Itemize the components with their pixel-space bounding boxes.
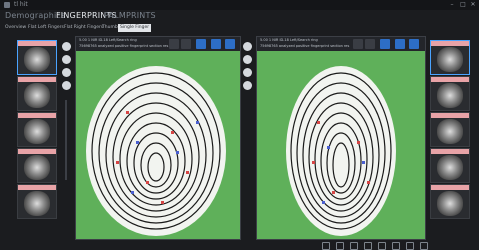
close-button[interactable]: ✕ [469, 1, 477, 8]
tab-single-finger[interactable]: Single Finger [118, 24, 152, 32]
target-icon[interactable] [380, 39, 390, 49]
zoom-icon[interactable] [62, 42, 71, 51]
crosshair-icon[interactable] [169, 39, 179, 49]
grid-icon[interactable] [350, 242, 358, 250]
tab-flat-left[interactable]: Flat Left Fingers [26, 24, 66, 32]
right-thumbnail-list [430, 38, 470, 238]
right-fingerprint-image [286, 66, 396, 236]
left-fingerprint-canvas[interactable] [76, 51, 240, 239]
grid-icon[interactable] [409, 39, 419, 49]
thumbnail-item[interactable] [430, 112, 470, 147]
pointer-icon[interactable] [336, 242, 344, 250]
thumbnail-item[interactable] [430, 40, 470, 75]
left-fingerprint-image [86, 66, 226, 236]
contrast-icon[interactable] [62, 55, 71, 64]
circle-icon[interactable] [62, 68, 71, 77]
left-panel-info-line1: 5.00 1 NIR ID-18 Left/Search ring [79, 38, 137, 42]
right-panel-info-line1: 5.00 1 NIR ID-18 Left/Search ring [260, 38, 318, 42]
gear-icon[interactable] [392, 242, 400, 250]
target-icon[interactable] [196, 39, 206, 49]
right-panel-toolbar: 5.00 1 NIR ID-18 Left/Search ring 756987… [257, 37, 425, 51]
tab-flat-right[interactable]: Flat Right Fingers [62, 24, 105, 32]
settings-icon[interactable] [243, 81, 252, 90]
arrow-icon[interactable] [322, 242, 330, 250]
slider-track[interactable] [65, 100, 67, 180]
nav-palmprints[interactable]: PALMPRINTS [104, 11, 156, 20]
crosshair-icon[interactable] [353, 39, 363, 49]
tab-overview[interactable]: Overview [3, 24, 28, 32]
sub-tabs: Overview Flat Left Fingers Flat Right Fi… [0, 23, 479, 33]
right-panel-info-line2: 75698765 analyzed positive fingerprint s… [260, 44, 350, 48]
export-icon[interactable] [420, 242, 428, 250]
image-icon[interactable] [406, 242, 414, 250]
plus-icon[interactable] [211, 39, 221, 49]
maximize-button[interactable]: □ [459, 1, 467, 8]
edit-icon[interactable] [364, 242, 372, 250]
left-panel-toolbar: 5.00 1 NIR ID-18 Left/Search ring 756987… [76, 37, 240, 51]
plus-icon[interactable] [395, 39, 405, 49]
thumbnail-item[interactable] [17, 76, 57, 111]
left-fingerprint-panel: 5.00 1 NIR ID-18 Left/Search ring 756987… [75, 36, 241, 240]
app-icon [4, 2, 10, 8]
settings-icon[interactable] [62, 81, 71, 90]
circle-icon[interactable] [181, 39, 191, 49]
thumbnail-item[interactable] [430, 184, 470, 219]
thumbnail-item[interactable] [17, 40, 57, 75]
thumbnail-item[interactable] [430, 76, 470, 111]
grid-icon[interactable] [225, 39, 235, 49]
minimize-button[interactable]: – [448, 1, 456, 8]
circle-icon[interactable] [365, 39, 375, 49]
thumbnail-item[interactable] [17, 148, 57, 183]
thumbnail-item[interactable] [430, 148, 470, 183]
contrast-icon[interactable] [243, 55, 252, 64]
app-title: tl hit [14, 1, 28, 8]
layers-icon[interactable] [378, 242, 386, 250]
thumbnail-item[interactable] [17, 112, 57, 147]
title-bar: tl hit – □ ✕ [0, 0, 479, 10]
bottom-toolbar [0, 240, 479, 250]
right-fingerprint-panel: 5.00 1 NIR ID-18 Left/Search ring 756987… [256, 36, 426, 240]
thumbnail-item[interactable] [17, 184, 57, 219]
top-nav: Demographics FINGERPRINTS PALMPRINTS [0, 10, 479, 23]
left-panel-info-line2: 75698765 analyzed positive fingerprint s… [79, 44, 169, 48]
right-fingerprint-canvas[interactable] [257, 51, 425, 239]
zoom-icon[interactable] [243, 42, 252, 51]
left-thumbnail-list [17, 38, 57, 238]
circle-icon[interactable] [243, 68, 252, 77]
